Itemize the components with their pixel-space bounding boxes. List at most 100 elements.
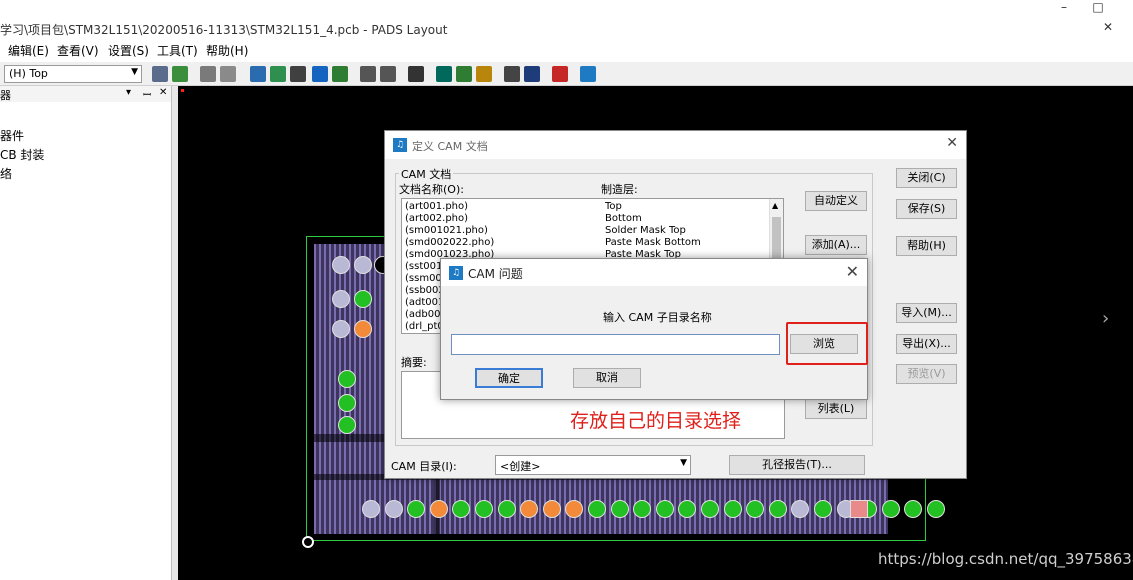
chevron-down-icon: ▼ — [680, 458, 687, 468]
list-button[interactable]: 列表(L) — [805, 399, 867, 419]
dialog-title-bar: ♫ CAM 问题 ✕ — [441, 259, 867, 286]
cancel-button[interactable]: 取消 — [573, 368, 641, 388]
undo-icon[interactable] — [360, 66, 376, 82]
layer-select[interactable]: (H) Top ▼ — [4, 65, 142, 83]
list-item[interactable]: (art001.pho) Top — [405, 201, 775, 212]
export-button[interactable]: 导出(X)... — [896, 334, 957, 354]
properties-icon[interactable] — [152, 66, 168, 82]
preview-button[interactable]: 预览(V) — [896, 364, 957, 384]
tree-item-pcb-decals[interactable]: CB 封装 — [0, 146, 44, 163]
menu-view[interactable]: 查看(V) — [57, 42, 99, 59]
cam-dir-value: <创建> — [500, 460, 541, 473]
pad — [610, 500, 629, 518]
cam-dir-label: CAM 目录(I): — [391, 460, 457, 473]
add-button[interactable]: 添加(A)... — [805, 235, 867, 255]
dialog-title: 定义 CAM 文档 — [412, 140, 488, 153]
pad — [475, 500, 493, 518]
help-button[interactable]: 帮助(H) — [896, 236, 957, 256]
output-icon[interactable] — [524, 66, 540, 82]
pad — [384, 500, 403, 518]
pad — [542, 500, 561, 518]
pad — [362, 500, 380, 518]
app-icon: ♫ — [393, 138, 407, 152]
list-item[interactable]: (sm001021.pho) Solder Mask Top — [405, 225, 775, 236]
close-button[interactable]: 关闭(C) — [896, 168, 957, 188]
dialog-title: CAM 问题 — [468, 267, 523, 281]
list-item[interactable]: (smd002022.pho) Paste Mask Bottom — [405, 237, 775, 248]
panel-header: 器 ▾ ꟷ ✕ — [0, 86, 171, 102]
layer-select-value: (H) Top — [9, 67, 48, 80]
check-icon[interactable] — [552, 66, 568, 82]
auto-define-button[interactable]: 自动定义 — [805, 191, 867, 211]
pad — [338, 416, 356, 434]
pad — [655, 500, 674, 518]
pad — [927, 500, 945, 518]
cam-question-dialog: ♫ CAM 问题 ✕ 输入 CAM 子目录名称 浏览 确定 取消 — [440, 258, 868, 400]
doc-layer: Solder Mask Top — [605, 225, 686, 236]
route-icon[interactable] — [250, 66, 266, 82]
report-icon[interactable] — [504, 66, 520, 82]
tree-item-components[interactable]: 器件 — [0, 127, 24, 144]
redo-icon[interactable] — [380, 66, 396, 82]
panel-close-icon[interactable]: ✕ — [159, 87, 167, 98]
design-icon[interactable] — [580, 66, 596, 82]
panel-pin-icon[interactable]: ꟷ — [143, 87, 151, 101]
layer-label: 制造层: — [601, 183, 638, 196]
pad — [881, 500, 900, 518]
browse-button[interactable]: 浏览 — [790, 334, 858, 354]
pad — [338, 394, 356, 412]
minimize-button[interactable]: – — [1054, 0, 1074, 14]
main-toolbar: (H) Top ▼ — [0, 62, 1133, 86]
board-icon[interactable] — [290, 66, 306, 82]
menu-bar: 编辑(E) 查看(V) 设置(S) 工具(T) 帮助(H) — [0, 40, 1133, 60]
print-preview-icon[interactable] — [220, 66, 236, 82]
pad — [588, 500, 606, 518]
view-icon[interactable] — [436, 66, 452, 82]
subdir-input[interactable] — [451, 334, 780, 355]
subdir-prompt: 输入 CAM 子目录名称 — [603, 311, 712, 324]
watermark: https://blog.csdn.net/qq_39758638 — [878, 550, 1133, 568]
red-marker — [181, 89, 184, 92]
doc-name-label: 文档名称(O): — [399, 183, 464, 196]
origin-marker — [302, 536, 314, 548]
drill-report-button[interactable]: 孔径报告(T)... — [729, 455, 865, 475]
save-button[interactable]: 保存(S) — [896, 199, 957, 219]
pad — [768, 500, 787, 518]
panel-menu-icon[interactable]: ▾ — [126, 87, 131, 98]
pad — [354, 256, 372, 274]
pad — [429, 500, 448, 518]
pad — [332, 290, 350, 308]
menu-help[interactable]: 帮助(H) — [206, 42, 248, 59]
pad — [723, 500, 742, 518]
maximize-button[interactable]: □ — [1088, 0, 1108, 14]
refresh-icon[interactable] — [172, 66, 188, 82]
zoom-icon[interactable] — [408, 66, 424, 82]
trace-icon[interactable] — [312, 66, 328, 82]
cam-dir-select[interactable]: <创建> ▼ — [495, 455, 691, 475]
doc-name: (art001.pho) — [405, 201, 469, 212]
menu-tools[interactable]: 工具(T) — [157, 42, 198, 59]
doc-name: (art002.pho) — [405, 213, 469, 224]
print-icon[interactable] — [200, 66, 216, 82]
pad — [814, 500, 832, 518]
tree-item-nets[interactable]: 络 — [0, 165, 12, 182]
chevron-right-icon[interactable]: › — [1102, 308, 1109, 329]
layers-icon[interactable] — [456, 66, 472, 82]
brush-icon[interactable] — [476, 66, 492, 82]
via-icon[interactable] — [332, 66, 348, 82]
list-item[interactable]: (art002.pho) Bottom — [405, 213, 775, 224]
menu-edit[interactable]: 编辑(E) — [8, 42, 49, 59]
menu-setup[interactable]: 设置(S) — [108, 42, 149, 59]
summary-label: 摘要: — [401, 356, 427, 369]
document-close-button[interactable]: ✕ — [1103, 20, 1113, 34]
close-icon[interactable]: ✕ — [946, 135, 958, 151]
pad — [701, 500, 719, 518]
app-icon: ♫ — [449, 266, 463, 280]
doc-layer: Bottom — [605, 213, 642, 224]
close-icon[interactable]: ✕ — [846, 262, 859, 281]
scroll-up-icon[interactable]: ▲ — [772, 201, 778, 210]
components-icon[interactable] — [270, 66, 286, 82]
ok-button[interactable]: 确定 — [475, 368, 543, 388]
pad — [354, 290, 372, 308]
import-button[interactable]: 导入(M)... — [896, 303, 957, 323]
